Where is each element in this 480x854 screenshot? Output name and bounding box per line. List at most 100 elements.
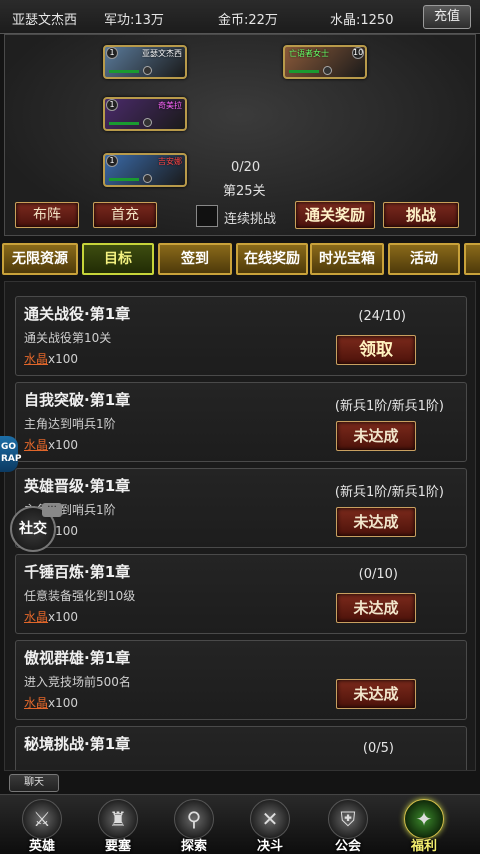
side-event-icon[interactable]: GO RAP: [0, 436, 22, 472]
reward-quantity: x100: [48, 696, 79, 710]
quest-progress: (0/5): [362, 741, 394, 756]
not-achieved-button[interactable]: 未达成: [336, 593, 416, 623]
tab-more[interactable]: [464, 243, 480, 275]
stage-label: 第25关: [223, 184, 266, 199]
fortress-icon: ♜: [98, 799, 138, 839]
clear-reward-button[interactable]: 通关奖励: [295, 201, 375, 229]
hero-icon: ⚔: [22, 799, 62, 839]
hero-name: 吉安娜: [158, 157, 182, 166]
gold-counter: 金币:22万: [218, 13, 278, 28]
tab-online-rewards[interactable]: 在线奖励: [236, 243, 308, 275]
nav-label: 公会: [334, 839, 361, 854]
tab-sign-in[interactable]: 签到: [158, 243, 232, 275]
hero-hp-bar: [289, 70, 319, 73]
chat-button[interactable]: 聊天: [9, 774, 59, 792]
nav-hero[interactable]: ⚔ 英雄: [16, 799, 68, 854]
quest-progress: (0/10): [358, 567, 398, 582]
quest-item: 自我突破·第1章 主角达到哨兵1阶 水晶x100 (新兵1阶/新兵1阶) 未达成: [15, 382, 467, 462]
welfare-icon: ✦: [404, 799, 444, 839]
hero-hp-bar: [109, 178, 139, 181]
quest-item: 英雄晋级·第1章 主角达到哨兵1阶 水晶x100 (新兵1阶/新兵1阶) 未达成: [15, 468, 467, 548]
nav-label: 福利: [410, 839, 437, 854]
tab-events[interactable]: 活动: [388, 243, 460, 275]
formation-button[interactable]: 布阵: [15, 202, 79, 228]
quest-title: 千锤百炼·第1章: [24, 563, 131, 581]
hero-name: 亚瑟文杰西: [142, 49, 182, 58]
hero-level: 1: [106, 155, 118, 167]
reward-resource-link[interactable]: 水晶: [24, 352, 48, 366]
quest-title: 自我突破·第1章: [24, 391, 131, 409]
quest-title: 傲视群雄·第1章: [24, 649, 131, 667]
recharge-button[interactable]: 充值: [423, 5, 471, 29]
guild-icon: ⛨: [328, 799, 368, 839]
crystal-counter: 水晶:1250: [330, 13, 394, 28]
nav-label: 英雄: [28, 839, 55, 854]
quest-reward: 水晶x100: [24, 608, 78, 625]
nav-explore[interactable]: ⚲ 探索: [168, 799, 220, 854]
player-name[interactable]: 亚瑟文杰西: [12, 9, 77, 28]
quest-reward: 水晶x100: [24, 694, 78, 711]
nav-guild[interactable]: ⛨ 公会: [322, 799, 374, 854]
tab-unlimited-resources[interactable]: 无限资源: [2, 243, 78, 275]
tab-goals[interactable]: 目标: [82, 243, 154, 275]
reward-resource-link[interactable]: 水晶: [24, 696, 48, 710]
quest-reward: 水晶x100: [24, 436, 78, 453]
nav-welfare[interactable]: ✦ 福利: [398, 799, 450, 854]
nav-label: 决斗: [256, 839, 283, 854]
quest-title: 英雄晋级·第1章: [24, 477, 131, 495]
not-achieved-button[interactable]: 未达成: [336, 507, 416, 537]
first-charge-button[interactable]: 首充: [93, 202, 157, 228]
sword-icon: [143, 174, 152, 183]
explore-icon: ⚲: [174, 799, 214, 839]
quest-progress: (24/10): [358, 309, 406, 324]
ally-hero-card[interactable]: 1 吉安娜: [103, 153, 187, 187]
claim-button[interactable]: 领取: [336, 335, 416, 365]
quest-title: 通关战役·第1章: [24, 305, 131, 323]
bottom-nav: ⚔ 英雄 ♜ 要塞 ⚲ 探索 ✕ 决斗 ⛨ 公会 ✦ 福利: [0, 794, 480, 854]
quest-progress: (新兵1阶/新兵1阶): [334, 485, 444, 500]
quest-title: 秘境挑战·第1章: [24, 735, 131, 753]
nav-fortress[interactable]: ♜ 要塞: [92, 799, 144, 854]
ally-hero-card[interactable]: 1 亚瑟文杰西: [103, 45, 187, 79]
quest-item: 千锤百炼·第1章 任意装备强化到10级 水晶x100 (0/10) 未达成: [15, 554, 467, 634]
hero-name: 奇美拉: [158, 101, 182, 110]
reward-resource-link[interactable]: 水晶: [24, 610, 48, 624]
quest-description: 任意装备强化到10级: [24, 589, 136, 603]
duel-icon: ✕: [250, 799, 290, 839]
auto-challenge-label: 连续挑战: [224, 212, 277, 227]
not-achieved-button[interactable]: 未达成: [336, 679, 416, 709]
wave-progress: 0/20: [231, 160, 261, 175]
hero-level: 10: [352, 47, 364, 59]
quest-item: 通关战役·第1章 通关战役第10关 水晶x100 (24/10) 领取: [15, 296, 467, 376]
enemy-hero-card[interactable]: 10 亡语者女士: [283, 45, 367, 79]
hero-hp-bar: [109, 70, 139, 73]
quest-list[interactable]: 通关战役·第1章 通关战役第10关 水晶x100 (24/10) 领取 自我突破…: [4, 281, 476, 771]
power-counter: 军功:13万: [104, 13, 164, 28]
quest-description: 通关战役第10关: [24, 331, 112, 345]
sword-icon: [143, 66, 152, 75]
hero-level: 1: [106, 99, 118, 111]
reward-resource-link[interactable]: 水晶: [24, 438, 48, 452]
shield-icon: [323, 66, 332, 75]
tab-time-chest[interactable]: 时光宝箱: [310, 243, 384, 275]
auto-challenge-checkbox[interactable]: [196, 205, 218, 227]
hero-name: 亡语者女士: [289, 49, 329, 58]
ally-hero-card[interactable]: 1 奇美拉: [103, 97, 187, 131]
nav-label: 要塞: [104, 839, 131, 854]
reward-quantity: x100: [48, 438, 79, 452]
reward-quantity: x100: [48, 610, 79, 624]
quest-item: 傲视群雄·第1章 进入竞技场前500名 水晶x100 未达成: [15, 640, 467, 720]
quest-description: 主角达到哨兵1阶: [24, 417, 116, 431]
tab-bar: 无限资源 目标 签到 在线奖励 时光宝箱 活动: [0, 240, 480, 278]
chat-bubble-icon: ···: [42, 503, 62, 517]
not-achieved-button[interactable]: 未达成: [336, 421, 416, 451]
sword-icon: [143, 118, 152, 127]
top-status-bar: 亚瑟文杰西 军功:13万 金币:22万 水晶:1250 充值: [0, 0, 480, 34]
nav-label: 探索: [180, 839, 207, 854]
challenge-button[interactable]: 挑战: [383, 202, 459, 228]
quest-reward: 水晶x100: [24, 350, 78, 367]
nav-duel[interactable]: ✕ 决斗: [244, 799, 296, 854]
reward-quantity: x100: [48, 352, 79, 366]
hero-level: 1: [106, 47, 118, 59]
quest-progress: (新兵1阶/新兵1阶): [334, 399, 444, 414]
